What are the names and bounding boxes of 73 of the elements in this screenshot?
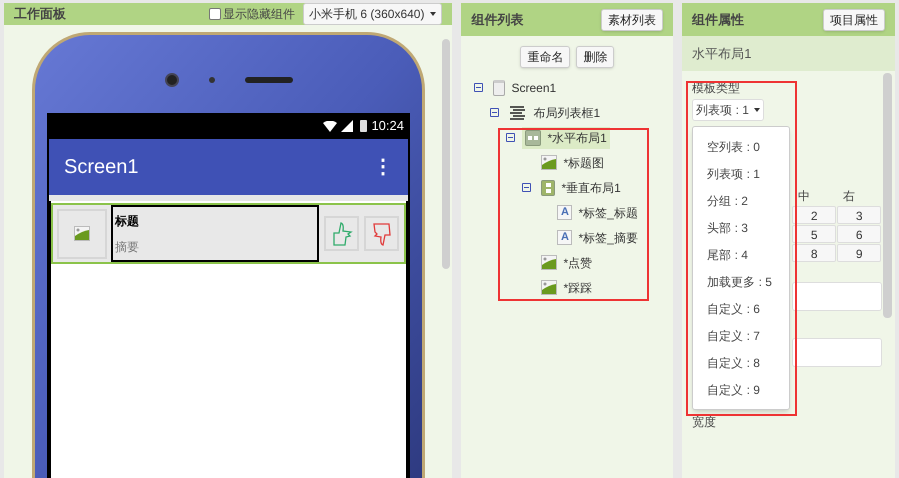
column-header: 右 <box>842 188 856 205</box>
vertical-layout-icon <box>541 180 556 196</box>
tree-item[interactable]: *点赞 <box>538 252 596 274</box>
device-dropdown[interactable]: 小米手机 6 (360x640) <box>303 3 442 25</box>
panel-title: 工作面板 <box>14 5 66 24</box>
tree-item[interactable]: 布局列表框1 <box>506 102 604 124</box>
project-properties-button[interactable]: 项目属性 <box>822 8 885 30</box>
alignment-option[interactable]: 2 <box>792 206 836 224</box>
signal-icon <box>341 120 354 132</box>
image-icon <box>541 280 558 295</box>
tree-item[interactable]: *踩踩 <box>538 276 596 298</box>
collapse-toggle-icon[interactable] <box>490 108 500 117</box>
collapse-toggle-icon[interactable] <box>522 183 532 192</box>
dropdown-option[interactable]: 列表项 : 1 <box>693 160 790 187</box>
dropdown-option[interactable]: 空列表 : 0 <box>693 133 790 160</box>
column-header: 中 <box>797 188 812 205</box>
alignment-option[interactable]: 3 <box>837 206 882 224</box>
caret-icon <box>430 12 436 16</box>
alignment-option[interactable]: 9 <box>837 244 882 262</box>
component-name: 水平布局1 <box>692 44 752 63</box>
alignment-option[interactable]: 8 <box>792 244 836 262</box>
action-button[interactable]: 删除 <box>576 46 614 68</box>
tree-item[interactable]: A *标签_摘要 <box>554 226 641 248</box>
tree-item[interactable]: *水平布局1 <box>522 126 610 148</box>
property-label: 宽度 <box>692 414 716 431</box>
template-dropdown[interactable]: 列表项 : 1 <box>692 99 764 121</box>
media-list-button[interactable]: 素材列表 <box>601 8 664 30</box>
wifi-icon <box>323 120 338 132</box>
caret-icon <box>754 108 760 112</box>
text-input-field[interactable] <box>792 338 882 367</box>
panel-title: 组件属性 <box>692 10 744 29</box>
scrollbar-thumb[interactable] <box>442 39 450 269</box>
speaker-icon <box>244 77 292 83</box>
item-title: 标题 <box>115 212 140 230</box>
text-input-field[interactable] <box>792 282 882 311</box>
list-icon <box>509 106 528 120</box>
scrollbar-thumb[interactable] <box>882 73 892 318</box>
dropdown-option[interactable]: 自定义 : 7 <box>693 322 790 349</box>
tree-item[interactable]: *垂直布局1 <box>538 176 624 198</box>
checkbox[interactable] <box>209 8 222 20</box>
collapse-toggle-icon[interactable] <box>506 133 516 142</box>
dropdown-option[interactable]: 加载更多 : 5 <box>693 268 790 295</box>
thumbs-down-icon <box>364 216 399 251</box>
horizontal-layout-icon <box>525 130 542 146</box>
panel-title: 组件列表 <box>471 10 524 29</box>
checkbox-label: 显示隐藏组件 <box>223 6 296 23</box>
image-icon <box>541 155 558 170</box>
alignment-option[interactable]: 6 <box>837 225 882 243</box>
action-button[interactable]: 重命名 <box>520 46 570 68</box>
sensor-icon <box>208 77 214 83</box>
tree-item[interactable]: A *标签_标题 <box>554 202 641 224</box>
battery-icon <box>360 120 368 132</box>
thumbs-up-icon <box>324 216 359 251</box>
text-label-icon: A <box>557 230 572 245</box>
tree-item[interactable]: Screen1 <box>490 76 560 98</box>
collapse-toggle-icon[interactable] <box>474 83 484 92</box>
dropdown-option[interactable]: 自定义 : 8 <box>693 349 790 376</box>
camera-icon <box>164 73 178 87</box>
status-time: 10:24 <box>371 117 404 136</box>
dropdown-option[interactable]: 尾部 : 4 <box>693 241 790 268</box>
dropdown-option[interactable]: 分组 : 2 <box>693 187 790 214</box>
tree-item[interactable]: *标题图 <box>538 152 608 174</box>
dropdown-option[interactable]: 自定义 : 9 <box>693 376 790 403</box>
phone-icon <box>493 80 506 96</box>
app-title: Screen1 <box>64 155 138 180</box>
alignment-option[interactable]: 5 <box>792 225 836 243</box>
overflow-menu[interactable]: ⋮ <box>373 152 393 182</box>
image-icon <box>74 226 90 241</box>
text-label-icon: A <box>557 205 572 220</box>
dropdown-option[interactable]: 自定义 : 6 <box>693 295 790 322</box>
image-icon <box>541 255 558 270</box>
dropdown-option[interactable]: 头部 : 3 <box>693 214 790 241</box>
item-summary: 摘要 <box>115 238 140 256</box>
